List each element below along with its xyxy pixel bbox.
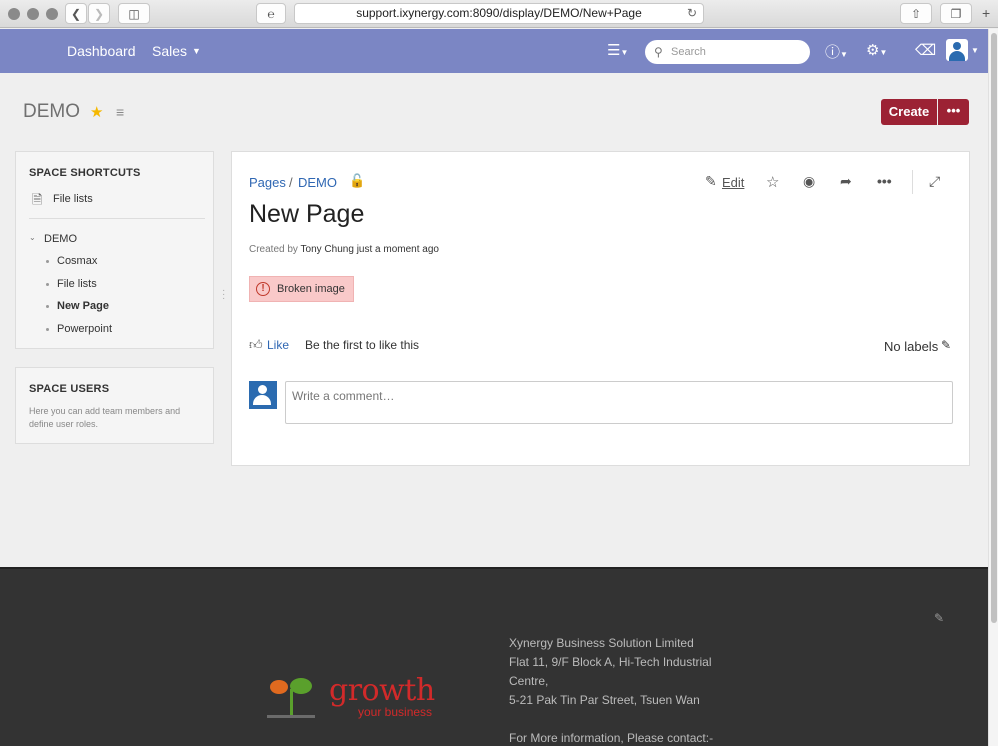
- broken-image-label: Broken image: [277, 283, 345, 295]
- breadcrumb-demo[interactable]: DEMO: [298, 175, 337, 190]
- new-tab-icon[interactable]: +: [982, 5, 990, 21]
- url-text: support.ixynergy.com:8090/display/DEMO/N…: [356, 6, 642, 20]
- growth-logo-icon: [267, 678, 315, 718]
- tabs-icon: ❐: [950, 6, 962, 21]
- space-users-panel: SPACE USERS Here you can add team member…: [15, 367, 214, 444]
- space-users-text: Here you can add team members and define…: [29, 406, 181, 429]
- logo-tagline: your business: [358, 705, 433, 719]
- edit-labels-icon[interactable]: ✎: [941, 338, 951, 352]
- notifications-icon[interactable]: ⌫: [915, 41, 936, 59]
- search-icon: ⚲: [654, 45, 663, 59]
- create-button[interactable]: Create: [881, 99, 937, 125]
- space-shortcuts-heading: SPACE SHORTCUTS: [29, 167, 141, 179]
- address-line: [509, 710, 739, 729]
- tree-item-file-lists[interactable]: File lists: [57, 278, 97, 290]
- star-outline-icon[interactable]: ☆: [766, 173, 779, 191]
- page-title: New Page: [249, 200, 365, 228]
- breadcrumb-separator: /: [289, 175, 293, 190]
- zoom-window-button[interactable]: [46, 8, 58, 20]
- space-users-heading: SPACE USERS: [29, 383, 110, 395]
- chevron-down-icon[interactable]: ▼: [971, 46, 979, 55]
- menu-list-icon[interactable]: ☰▼: [607, 41, 628, 59]
- expand-icon[interactable]: ⤢: [929, 173, 940, 190]
- pencil-icon[interactable]: ✎: [705, 173, 717, 190]
- address-line: 5-21 Pak Tin Par Street, Tsuen Wan: [509, 693, 700, 707]
- create-more-button[interactable]: •••: [938, 99, 969, 125]
- address-line: Xynergy Business Solution Limited: [509, 636, 694, 650]
- forward-button[interactable]: ❯: [88, 3, 110, 24]
- more-options-icon[interactable]: •••: [877, 173, 892, 189]
- broken-image-placeholder: ! Broken image: [249, 276, 354, 302]
- unlock-icon[interactable]: 🔓: [349, 173, 365, 189]
- tabs-button[interactable]: ❐: [940, 3, 972, 24]
- byline-time[interactable]: just a moment ago: [357, 244, 439, 255]
- chevron-right-icon: ❯: [93, 6, 105, 21]
- page-card: Pages / DEMO 🔓 ✎ Edit ☆ ◉ ➦ ••• ⤢ New Pa…: [231, 151, 970, 466]
- sidebar-icon: ◫: [128, 6, 140, 21]
- labels-text: No labels: [884, 339, 939, 354]
- divider: [29, 218, 205, 219]
- back-button[interactable]: ❮: [65, 3, 87, 24]
- share-icon[interactable]: ➦: [840, 173, 852, 190]
- address-line: For More information, Please contact:-: [509, 731, 714, 745]
- tree-item-powerpoint[interactable]: Powerpoint: [57, 323, 112, 335]
- tree-item-cosmax[interactable]: Cosmax: [57, 255, 97, 267]
- sidebar-toggle-button[interactable]: ◫: [118, 3, 150, 24]
- list-icon[interactable]: ≡: [116, 104, 124, 120]
- divider: [912, 170, 913, 194]
- commenter-avatar: [249, 381, 277, 409]
- browser-icon: ℮: [267, 6, 275, 21]
- search-placeholder: Search: [671, 46, 706, 58]
- search-input[interactable]: ⚲ Search: [645, 40, 810, 64]
- edit-footer-icon[interactable]: ✎: [934, 611, 944, 625]
- nav-dashboard[interactable]: Dashboard: [67, 43, 136, 59]
- browser-toolbar: ❮ ❯ ◫ ℮ support.ixynergy.com:8090/displa…: [0, 0, 998, 28]
- error-icon: !: [256, 282, 270, 296]
- thumbs-up-icon[interactable]: 👍︎: [249, 337, 263, 353]
- reload-icon[interactable]: ↻: [687, 4, 697, 23]
- app-header: Dashboard Sales ▼ ☰▼ ⚲ Search ⓘ▼ ⚙▼ ⌫ ▼: [0, 29, 988, 73]
- nav-sales[interactable]: Sales: [152, 43, 187, 59]
- star-icon[interactable]: ★: [90, 103, 103, 121]
- like-button[interactable]: Like: [267, 338, 289, 352]
- comment-input[interactable]: Write a comment…: [285, 381, 953, 424]
- page-byline: Created by Tony Chung just a moment ago: [249, 244, 439, 255]
- minimize-window-button[interactable]: [27, 8, 39, 20]
- space-title[interactable]: DEMO: [23, 101, 80, 123]
- help-icon[interactable]: ⓘ▼: [825, 41, 848, 62]
- comment-placeholder: Write a comment…: [292, 389, 395, 403]
- chevron-down-icon[interactable]: ▼: [192, 46, 201, 56]
- space-shortcuts-panel: SPACE SHORTCUTS 🗎 File lists ⌄ DEMO Cosm…: [15, 151, 214, 349]
- reader-button[interactable]: ℮: [256, 3, 286, 24]
- share-icon: ⇧: [910, 6, 922, 21]
- footer: ✎ Xynergy Business Solution Limited Flat…: [0, 567, 988, 746]
- breadcrumb-pages[interactable]: Pages: [249, 175, 286, 190]
- close-window-button[interactable]: [8, 8, 20, 20]
- file-icon: 🗎: [32, 192, 43, 207]
- shortcut-file-lists[interactable]: File lists: [53, 193, 93, 205]
- logo-word: growth: [329, 673, 435, 708]
- scrollbar[interactable]: [988, 29, 998, 746]
- avatar[interactable]: [946, 39, 968, 61]
- resize-handle[interactable]: · · ·: [222, 286, 225, 304]
- address-bar[interactable]: support.ixynergy.com:8090/display/DEMO/N…: [294, 3, 704, 24]
- tree-root-demo[interactable]: DEMO: [44, 233, 77, 245]
- footer-address: Xynergy Business Solution Limited Flat 1…: [509, 634, 739, 746]
- share-button[interactable]: ⇧: [900, 3, 932, 24]
- chevron-left-icon: ❮: [70, 6, 82, 21]
- tree-item-new-page[interactable]: New Page: [57, 300, 109, 312]
- like-text: Be the first to like this: [305, 338, 420, 352]
- address-line: Flat 11, 9/F Block A, Hi-Tech Industrial…: [509, 655, 712, 688]
- author-link[interactable]: Tony Chung: [301, 244, 354, 255]
- byline-prefix: Created by: [249, 244, 298, 255]
- gear-icon[interactable]: ⚙▼: [866, 41, 887, 59]
- edit-button[interactable]: Edit: [722, 175, 744, 190]
- watch-eye-icon[interactable]: ◉: [803, 173, 815, 190]
- chevron-down-icon[interactable]: ⌄: [29, 233, 36, 242]
